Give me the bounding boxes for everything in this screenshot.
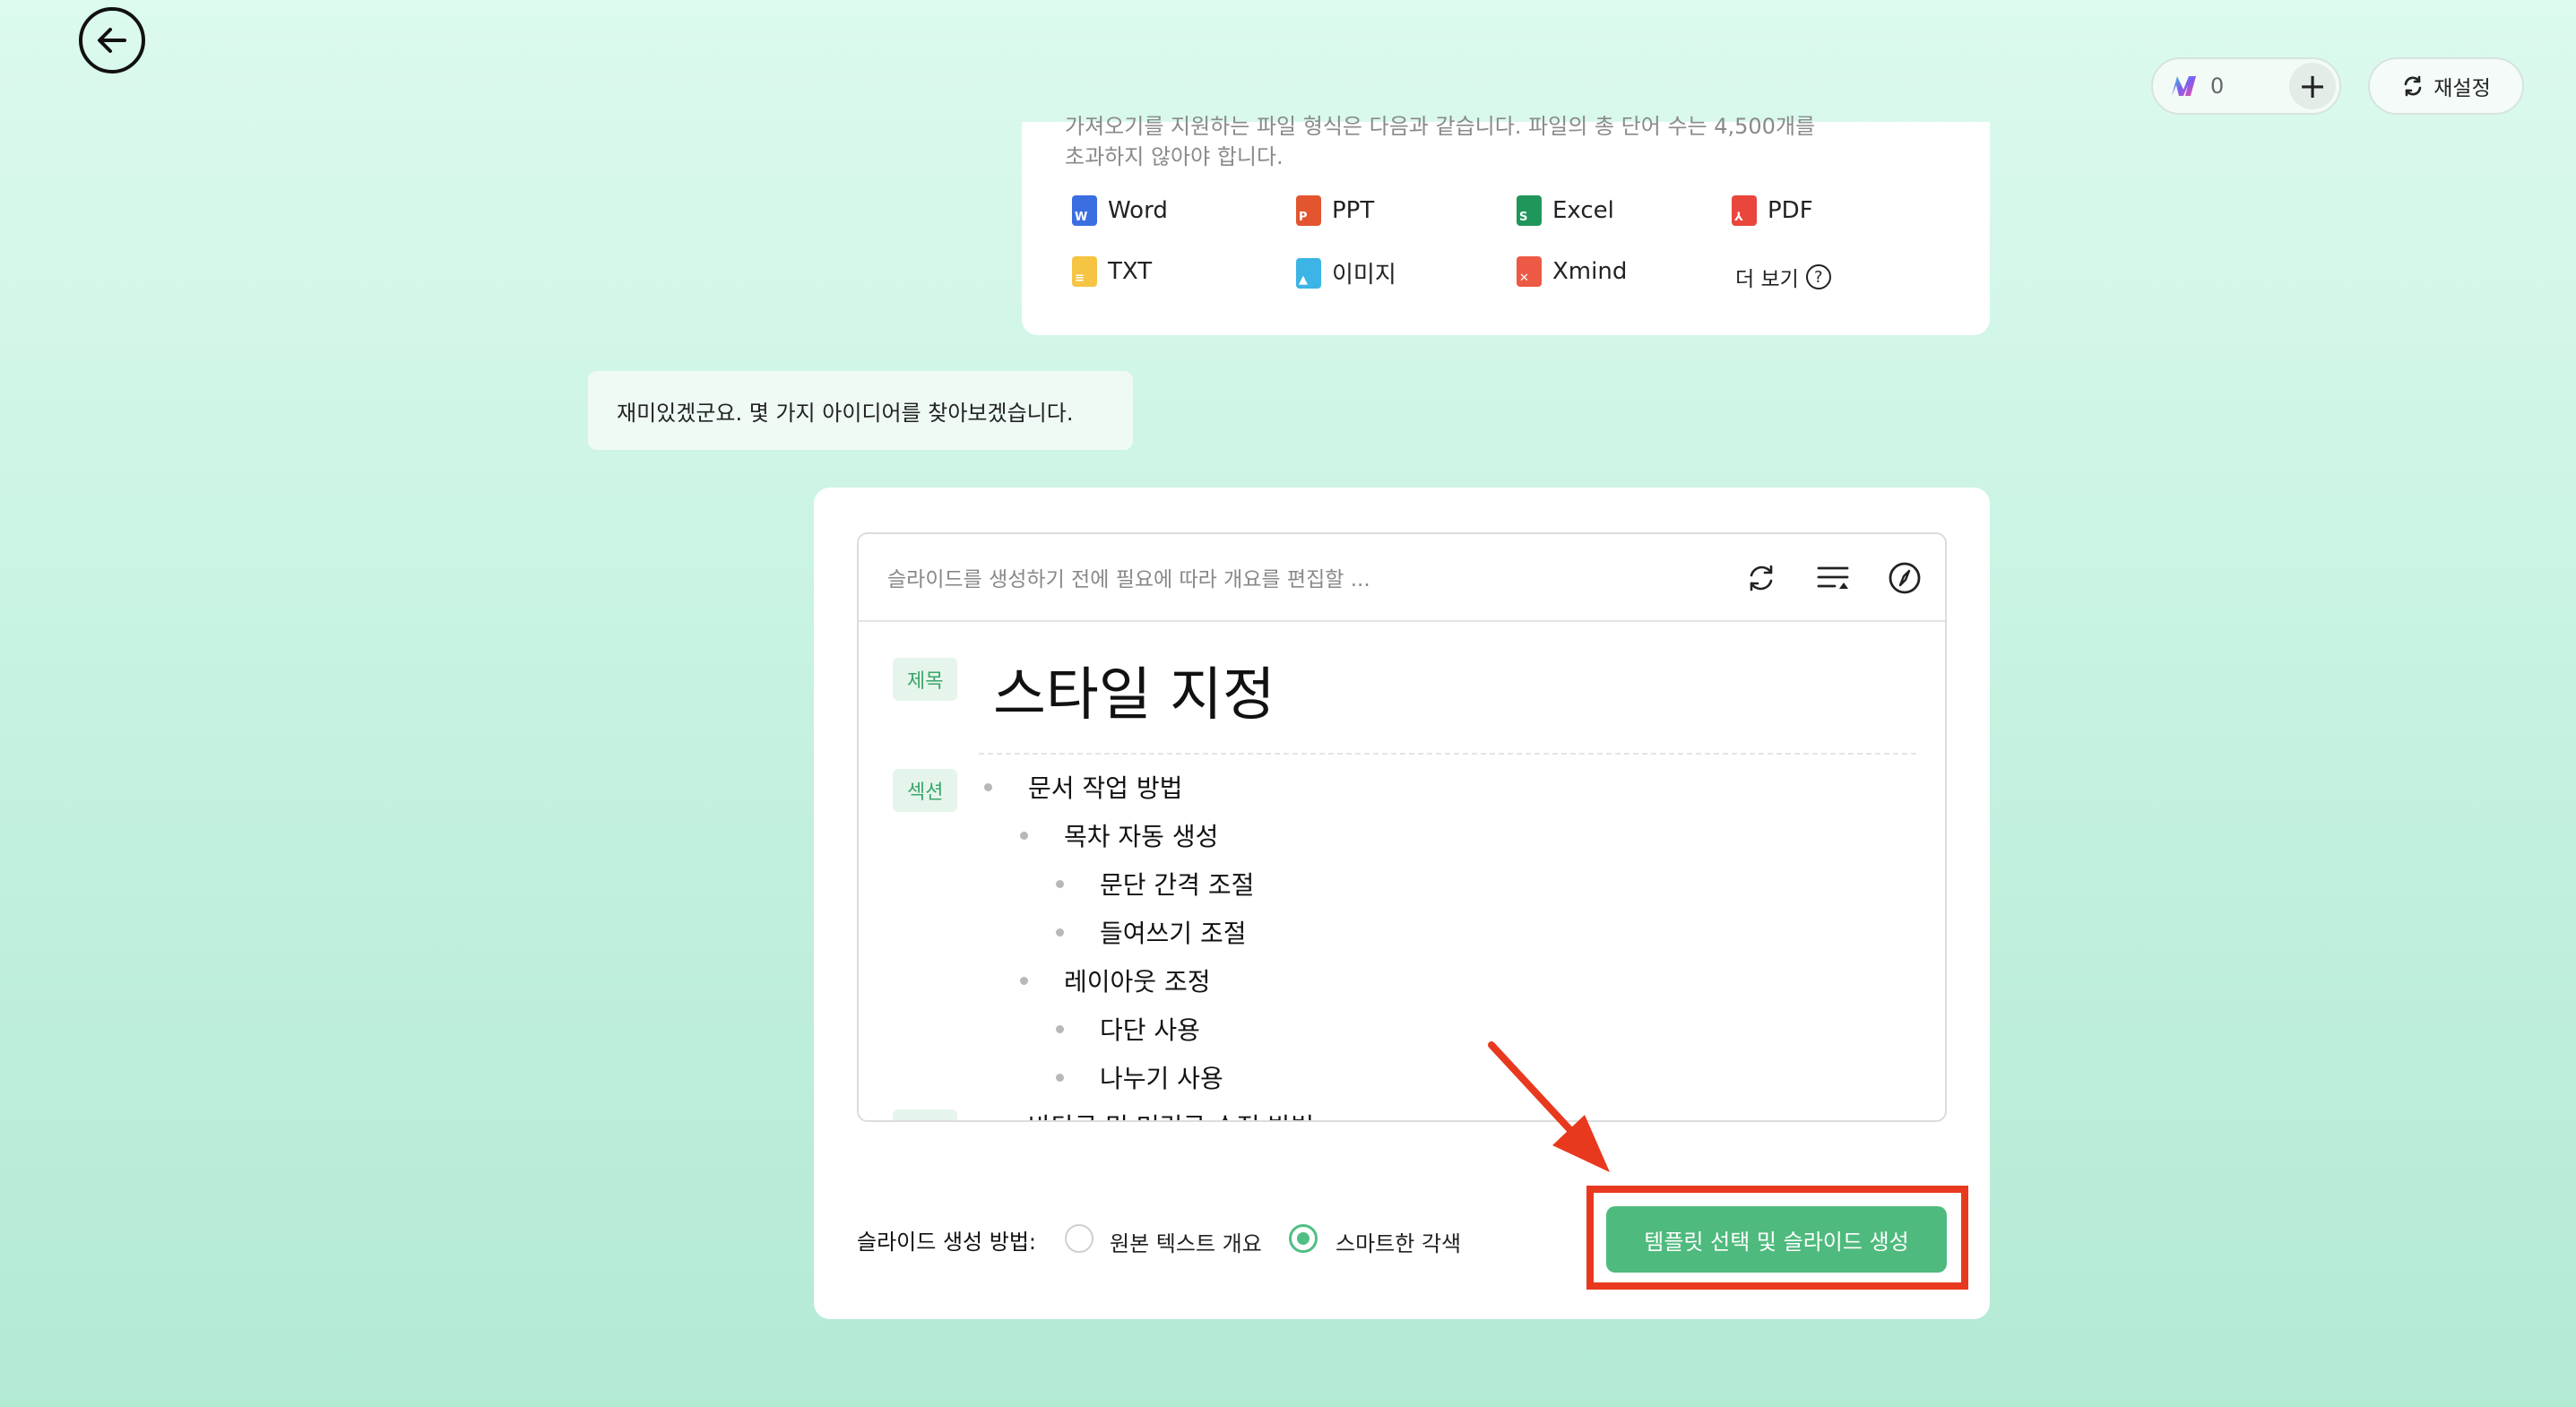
message-text: 재미있겠군요. 몇 가지 아이디어를 찾아보겠습니다.	[617, 400, 1074, 426]
title-tag: 제목	[893, 658, 958, 701]
radio-original-outline[interactable]	[1065, 1224, 1094, 1253]
outline-item[interactable]: 레이아웃 조정	[1020, 962, 1210, 998]
add-credit-button[interactable]: +	[2289, 63, 2336, 109]
reset-button[interactable]: 재설정	[2368, 57, 2524, 115]
outline-item[interactable]: 문서 작업 방법	[984, 769, 1182, 805]
reset-label: 재설정	[2433, 77, 2491, 100]
bullet-dot	[984, 1122, 992, 1123]
outline-item-text: 레이아웃 조정	[1064, 967, 1211, 997]
file-type-image[interactable]: ▲ 이미지	[1296, 256, 1396, 289]
outline-item-text: 들여쓰기 조절	[1100, 919, 1247, 948]
radio-smart-label[interactable]: 스마트한 각색	[1336, 1226, 1461, 1257]
back-button[interactable]	[79, 7, 145, 73]
radio-smart-adaptation[interactable]	[1289, 1224, 1318, 1253]
outline-item[interactable]: 문단 간격 조절	[1056, 866, 1254, 902]
file-type-label: Excel	[1552, 197, 1614, 224]
outline-item-text: 다단 사용	[1100, 1015, 1200, 1045]
generation-method-label: 슬라이드 생성 방법:	[857, 1230, 1036, 1255]
section-tag: 섹션	[893, 769, 958, 812]
file-type-label: Xmind	[1552, 258, 1628, 285]
outline-item[interactable]: 다단 사용	[1056, 1011, 1200, 1047]
outline-title[interactable]: 스타일 지정	[993, 649, 1275, 731]
bullet-dot	[984, 782, 992, 791]
outline-hint: 슬라이드를 생성하기 전에 필요에 따라 개요를 편집할 ...	[887, 568, 1370, 591]
annotation-highlight-box	[1586, 1186, 1968, 1290]
assistant-message: 재미있겠군요. 몇 가지 아이디어를 찾아보겠습니다.	[588, 371, 1133, 450]
files-description-line: 가져오기를 지원하는 파일 형식은 다음과 같습니다. 파일의 총 단어 수는 …	[1065, 114, 1816, 139]
file-type-label: Word	[1108, 197, 1168, 224]
image-file-icon: ▲	[1296, 257, 1321, 289]
annotation-arrow-icon	[1488, 1041, 1610, 1172]
ppt-file-icon: P	[1296, 195, 1321, 226]
title-divider	[979, 753, 1916, 755]
file-type-ppt[interactable]: P PPT	[1296, 195, 1374, 226]
outline-item-text: 목차 자동 생성	[1064, 822, 1219, 851]
bullet-dot	[1056, 1024, 1064, 1033]
file-type-word[interactable]: W Word	[1072, 195, 1168, 226]
bullet-dot	[1056, 928, 1064, 937]
arrow-left-icon	[98, 28, 126, 53]
file-type-txt[interactable]: ≡ TXT	[1072, 256, 1152, 287]
xmind-file-icon: ✕	[1517, 256, 1542, 287]
credit-counter: 0 +	[2151, 57, 2341, 115]
bullet-dot	[1020, 976, 1028, 985]
regenerate-icon[interactable]	[1741, 557, 1782, 599]
more-label: 더 보기	[1735, 268, 1799, 291]
file-type-label: 이미지	[1332, 262, 1396, 289]
more-file-types-link[interactable]: 더 보기 ?	[1735, 262, 1831, 292]
outline-item-text: 나누기 사용	[1100, 1064, 1223, 1093]
file-type-xmind[interactable]: ✕ Xmind	[1517, 256, 1627, 287]
bullet-dot	[1056, 1073, 1064, 1082]
outline-item-text: 문서 작업 방법	[1028, 773, 1183, 803]
credit-value: 0	[2210, 73, 2225, 99]
files-description-line: 초과하지 않아야 합니다.	[1065, 144, 1284, 169]
supported-files-card: 가져오기를 지원하는 파일 형식은 다음과 같습니다. 파일의 총 단어 수는 …	[1022, 114, 1990, 335]
radio-original-label[interactable]: 원본 텍스트 개요	[1110, 1226, 1262, 1257]
outline-item[interactable]: 목차 자동 생성	[1020, 817, 1218, 853]
file-type-excel[interactable]: S Excel	[1517, 195, 1614, 226]
txt-file-icon: ≡	[1072, 256, 1097, 287]
outline-editor[interactable]: 슬라이드를 생성하기 전에 필요에 따라 개요를 편집할 ... 제목 스타일 …	[857, 532, 1947, 1122]
file-type-pdf[interactable]: ⅄ PDF	[1732, 195, 1813, 226]
outline-item-text: 문단 간격 조절	[1100, 870, 1255, 900]
file-type-label: TXT	[1108, 258, 1153, 285]
compass-icon[interactable]	[1884, 557, 1925, 599]
section-tag: 섹션	[893, 1109, 958, 1120]
files-description: 가져오기를 지원하는 파일 형식은 다음과 같습니다. 파일의 총 단어 수는 …	[1065, 111, 1871, 172]
refresh-icon	[2404, 75, 2422, 97]
list-format-icon[interactable]	[1812, 557, 1854, 599]
outline-item[interactable]: 나누기 사용	[1056, 1059, 1223, 1095]
file-type-label: PPT	[1332, 197, 1375, 224]
brand-logo-icon	[2172, 76, 2196, 96]
excel-file-icon: S	[1517, 195, 1542, 226]
word-file-icon: W	[1072, 195, 1097, 226]
file-type-label: PDF	[1768, 197, 1813, 224]
bullet-dot	[1020, 831, 1028, 840]
pdf-file-icon: ⅄	[1732, 195, 1757, 226]
bullet-dot	[1056, 879, 1064, 888]
outline-item[interactable]: 들여쓰기 조절	[1056, 914, 1246, 950]
outline-item-text: 바닥글 및 머릿글 수정 방법	[1028, 1108, 1314, 1120]
outline-item[interactable]: 바닥글 및 머릿글 수정 방법	[984, 1108, 1314, 1123]
help-icon: ?	[1805, 264, 1831, 289]
outline-toolbar: 슬라이드를 생성하기 전에 필요에 따라 개요를 편집할 ...	[859, 534, 1945, 622]
